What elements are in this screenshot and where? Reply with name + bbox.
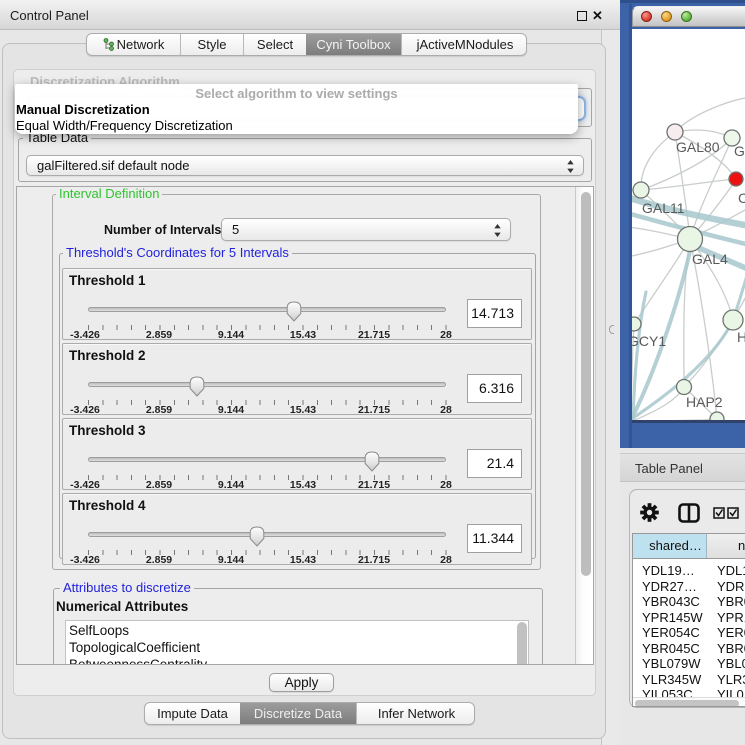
- svg-text:GCY1: GCY1: [632, 333, 666, 349]
- svg-text:C: C: [738, 190, 745, 206]
- svg-text:GA: GA: [734, 143, 745, 159]
- svg-text:GAL4: GAL4: [692, 251, 728, 267]
- svg-text:GAL80: GAL80: [676, 139, 720, 155]
- svg-text:H: H: [737, 329, 745, 345]
- svg-text:HAP2: HAP2: [686, 394, 723, 410]
- svg-text:GAL11: GAL11: [642, 200, 685, 216]
